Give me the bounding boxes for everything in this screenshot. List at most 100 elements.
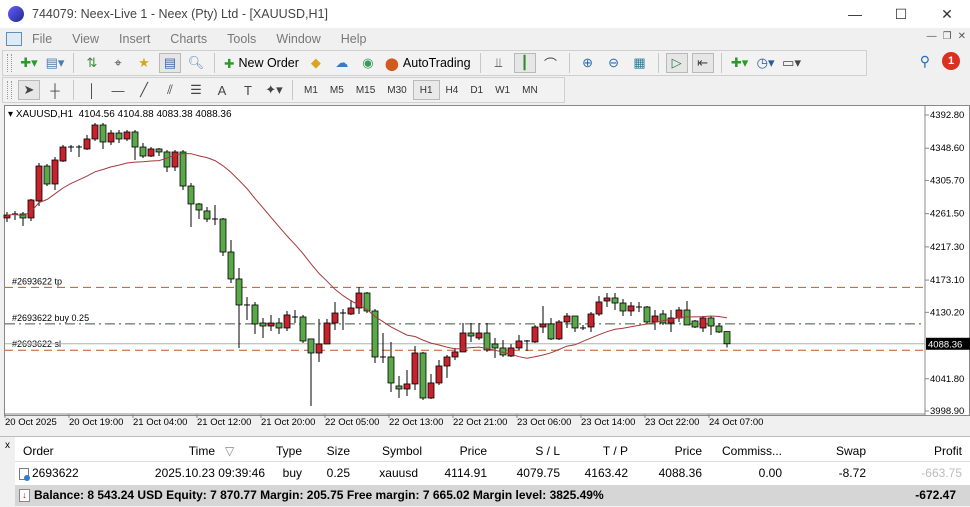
candle-body <box>195 203 203 211</box>
col-swap[interactable]: Swap <box>836 444 866 458</box>
price-tick-label: 3998.90 <box>930 406 964 417</box>
order-open-price: 4114.91 <box>444 466 488 480</box>
terminal-close-button[interactable]: x <box>0 437 15 507</box>
candle-body <box>3 214 11 219</box>
time-tick-label: 21 Oct 20:00 <box>261 417 316 428</box>
candle-body <box>475 332 483 339</box>
col-current-price[interactable]: Price <box>675 444 702 458</box>
col-order[interactable]: Order <box>23 444 54 458</box>
sort-icon[interactable]: ▽ <box>225 444 234 458</box>
chart-header: ▾ XAUUSD,H1 4104.56 4104.88 4083.38 4088… <box>8 109 232 120</box>
candle-body <box>435 365 443 384</box>
candle-body <box>555 321 563 340</box>
order-commission: 0.00 <box>758 466 782 480</box>
candle-body <box>651 315 659 323</box>
order-symbol: xauusd <box>379 466 418 480</box>
order-profit: -663.75 <box>921 466 962 480</box>
candle-body <box>259 322 267 327</box>
candle-body <box>299 316 307 342</box>
candle-body <box>99 124 107 143</box>
candle-body <box>443 356 451 367</box>
order-line-label-tp: #2693622 tp <box>12 276 62 286</box>
candle-body <box>315 343 323 354</box>
time-tick-label: 21 Oct 12:00 <box>197 417 252 428</box>
candle-body <box>387 356 395 384</box>
candle-body <box>563 315 571 323</box>
candle-body <box>467 332 475 337</box>
total-profit: -672.47 <box>915 488 956 502</box>
time-tick-label: 23 Oct 14:00 <box>581 417 636 428</box>
candle-body <box>491 343 499 349</box>
col-sl[interactable]: S / L <box>535 444 560 458</box>
price-tick-label: 4041.80 <box>930 374 964 385</box>
candle-body <box>155 148 163 153</box>
candle-body <box>163 151 171 168</box>
chart-symbol: XAUUSD,H1 <box>15 109 74 120</box>
chart-ohlc: 4104.56 4104.88 4083.38 4088.36 <box>78 109 232 120</box>
candle-body <box>539 323 547 328</box>
candle-body <box>603 297 611 302</box>
candle-body <box>139 146 147 157</box>
candle-body <box>715 325 723 333</box>
price-tick-label: 4392.80 <box>930 110 964 121</box>
col-commission[interactable]: Commiss... <box>722 444 782 458</box>
col-time[interactable]: Time <box>189 444 215 458</box>
candle-body <box>235 278 243 306</box>
candle-body <box>275 322 283 329</box>
order-type: buy <box>282 466 302 480</box>
price-chart[interactable]: 4392.80 4348.60 4305.70 4261.50 4217.30 4173.… <box>0 0 970 432</box>
price-tick-label: 4130.20 <box>930 307 964 318</box>
candle-body <box>131 131 139 148</box>
col-price[interactable]: Price <box>460 444 487 458</box>
candle-body <box>619 302 627 312</box>
order-current-price: 4088.36 <box>658 466 702 480</box>
candle-body <box>427 382 435 399</box>
candle-body <box>323 322 331 345</box>
time-tick-label: 20 Oct 19:00 <box>69 417 124 428</box>
price-tick-label: 4261.50 <box>930 209 964 220</box>
candle-body <box>691 320 699 328</box>
candle-body <box>595 301 603 315</box>
time-tick-label: 22 Oct 21:00 <box>453 417 508 428</box>
col-tp[interactable]: T / P <box>603 444 628 458</box>
candle-body <box>123 131 131 140</box>
candle-body <box>611 297 619 304</box>
time-axis: 20 Oct 2025 20 Oct 19:00 21 Oct 04:00 21 Oc… <box>0 416 925 430</box>
candle-body <box>699 317 707 329</box>
table-header: Order Time ▽ Type Size Symbol Price S / … <box>15 441 970 462</box>
order-time: 2025.10.23 09:39:46 <box>154 466 265 480</box>
time-tick-label: 21 Oct 04:00 <box>133 417 188 428</box>
current-price-label: 4088.36 <box>928 339 962 350</box>
candle-body <box>107 132 115 143</box>
time-tick-label: 22 Oct 13:00 <box>389 417 444 428</box>
moving-average-line <box>6 152 728 359</box>
candle-body <box>587 313 595 328</box>
candle-body <box>515 340 523 349</box>
candle-body <box>203 210 211 220</box>
candle-body <box>331 312 339 324</box>
candle-body <box>115 132 123 140</box>
table-row[interactable]: 2693622 2025.10.23 09:39:46 buy 0.25 xau… <box>15 463 970 484</box>
price-tick-label: 4348.60 <box>930 143 964 154</box>
candle-body <box>227 251 235 280</box>
candle-body <box>347 307 355 315</box>
candle-body <box>267 322 275 327</box>
candle-body <box>395 385 403 390</box>
candle-body <box>723 331 731 345</box>
col-type[interactable]: Type <box>276 444 302 458</box>
candle-body <box>283 314 291 329</box>
col-size[interactable]: Size <box>327 444 350 458</box>
order-icon <box>19 467 30 481</box>
col-symbol[interactable]: Symbol <box>382 444 422 458</box>
col-profit[interactable]: Profit <box>934 444 962 458</box>
account-summary-row: ↓ Balance: 8 543.24 USD Equity: 7 870.77 … <box>15 485 970 506</box>
order-id: 2693622 <box>19 466 79 481</box>
order-size: 0.25 <box>326 466 350 480</box>
candle-body <box>59 146 67 162</box>
time-tick-label: 20 Oct 2025 <box>5 417 57 428</box>
order-swap: -8.72 <box>838 466 866 480</box>
candle-body <box>419 352 427 399</box>
candle-body <box>83 138 91 150</box>
candle-body <box>643 306 651 323</box>
candle-body <box>307 338 315 354</box>
